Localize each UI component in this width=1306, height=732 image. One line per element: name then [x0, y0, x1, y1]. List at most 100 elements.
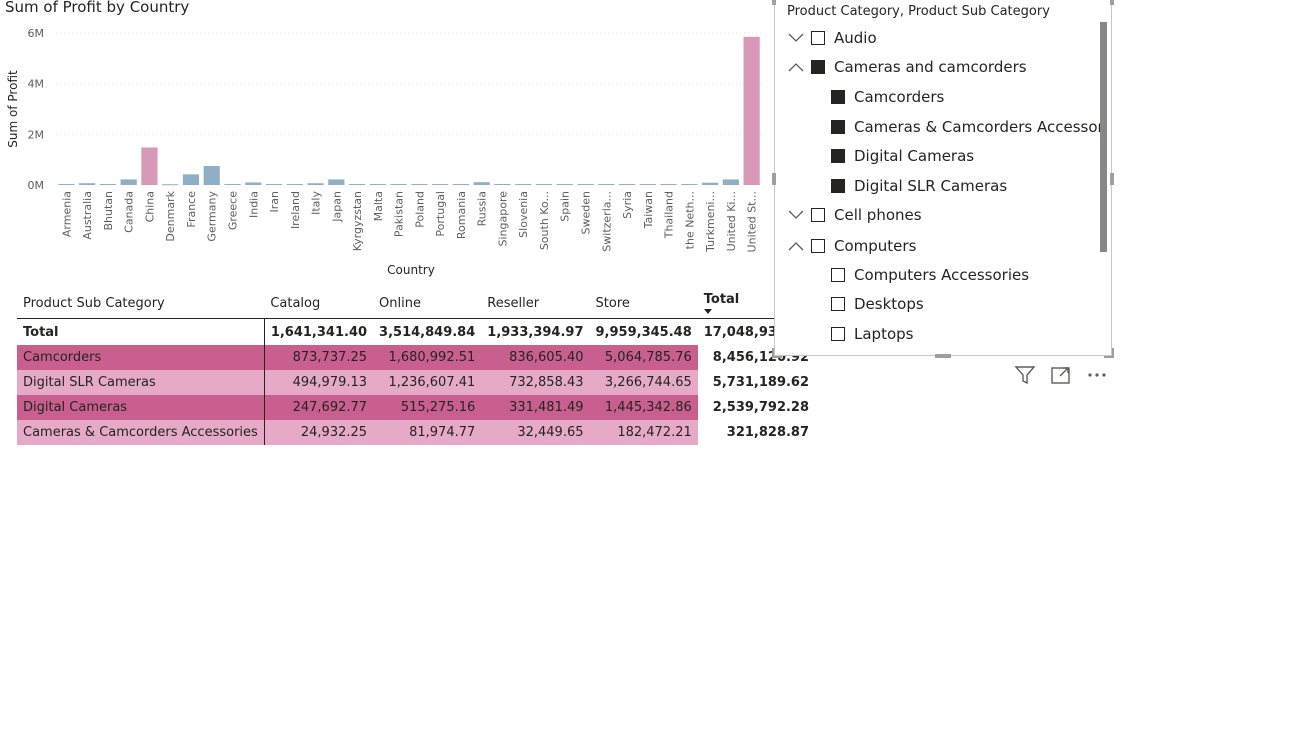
bar[interactable]: [99, 183, 117, 185]
row-total-cell: 321,828.87: [726, 425, 810, 440]
matrix-row[interactable]: Digital SLR Cameras 494,979.13 1,236,607…: [17, 370, 815, 395]
column-header-catalog[interactable]: Catalog: [264, 288, 373, 319]
bar[interactable]: [432, 183, 449, 185]
bar[interactable]: [681, 183, 698, 185]
slicer-checkbox[interactable]: [831, 179, 845, 193]
slicer-item[interactable]: Cameras & Camcorders Accessor.: [831, 114, 1107, 140]
bar[interactable]: [577, 183, 594, 185]
slicer-checkbox[interactable]: [831, 120, 845, 134]
bar[interactable]: [141, 147, 158, 185]
bar[interactable]: [224, 183, 241, 185]
resize-handle-right[interactable]: [1110, 173, 1114, 185]
bar[interactable]: [515, 183, 532, 185]
matrix-row[interactable]: Cameras & Camcorders Accessories 24,932.…: [17, 420, 815, 445]
chart-canvas[interactable]: 0M 2M 4M 6M Sum of Profit Armenia Australia Bhu…: [0, 0, 770, 285]
slicer-item[interactable]: Laptops: [831, 321, 913, 347]
bar[interactable]: [265, 183, 283, 185]
bar[interactable]: [535, 183, 553, 185]
slicer-item[interactable]: Desktops: [831, 291, 924, 317]
bar[interactable]: [245, 182, 262, 185]
bar[interactable]: [348, 183, 366, 185]
bar[interactable]: [162, 184, 179, 186]
matrix-row[interactable]: Digital Cameras 247,692.77 515,275.16 33…: [17, 395, 815, 420]
slicer-checkbox[interactable]: [831, 297, 845, 311]
slicer-scrollbar[interactable]: [1100, 22, 1107, 252]
bar[interactable]: [58, 183, 75, 185]
bar[interactable]: [79, 183, 96, 185]
matrix-row[interactable]: Camcorders 873,737.25 1,680,992.51 836,6…: [17, 345, 815, 370]
focus-mode-icon[interactable]: [1050, 364, 1072, 386]
slicer-checkbox[interactable]: [831, 268, 845, 282]
x-tick-label: Portugal: [434, 191, 447, 237]
x-tick-label: Bhutan: [102, 191, 115, 231]
bar[interactable]: [411, 183, 428, 185]
profit-matrix[interactable]: Product Sub Category Catalog Online Rese…: [17, 288, 816, 445]
bar[interactable]: [722, 179, 739, 185]
slicer-item[interactable]: Digital SLR Cameras: [831, 173, 1007, 199]
bar[interactable]: [452, 183, 470, 185]
bar[interactable]: [203, 166, 220, 185]
column-header-total-label: Total: [703, 292, 740, 307]
column-header-reseller[interactable]: Reseller: [481, 288, 589, 319]
filter-icon[interactable]: [1014, 364, 1036, 386]
column-header-store[interactable]: Store: [590, 288, 698, 319]
x-tick-label: Kyrgyzstan: [351, 191, 364, 251]
bar[interactable]: [660, 183, 677, 185]
slicer-checkbox[interactable]: [811, 239, 825, 253]
category-slicer[interactable]: Product Category, Product Sub Category A…: [772, 0, 1114, 358]
bar[interactable]: [286, 183, 303, 185]
resize-handle-left[interactable]: [772, 173, 776, 185]
resize-handle-top-left[interactable]: [772, 0, 776, 5]
y-tick-label: 6M: [28, 27, 45, 40]
column-header-sub-category[interactable]: Product Sub Category: [17, 288, 264, 319]
chevron-up-icon[interactable]: [785, 54, 807, 80]
value-cell: 836,605.40: [481, 345, 590, 370]
row-label: Digital Cameras: [17, 395, 265, 420]
bar[interactable]: [120, 179, 137, 185]
more-options-icon[interactable]: [1086, 364, 1108, 386]
slicer-item[interactable]: Computers: [785, 233, 916, 259]
slicer-item[interactable]: Camcorders: [831, 84, 944, 110]
slicer-item[interactable]: Cell phones: [785, 202, 922, 228]
bar[interactable]: [556, 183, 573, 185]
bar[interactable]: [598, 183, 615, 185]
bar[interactable]: [618, 183, 636, 185]
total-cell: 3,514,849.84: [373, 318, 482, 345]
slicer-item[interactable]: Computers Accessories: [831, 262, 1029, 288]
x-tick-label: Pakistan: [393, 191, 406, 237]
slicer-checkbox[interactable]: [811, 60, 825, 74]
bar[interactable]: [369, 183, 386, 185]
slicer-checkbox[interactable]: [831, 149, 845, 163]
bar[interactable]: [328, 179, 345, 185]
chevron-up-icon[interactable]: [785, 233, 807, 259]
bar[interactable]: [390, 183, 407, 185]
value-cell: 3,266,744.65: [589, 370, 698, 395]
chevron-down-icon[interactable]: [785, 202, 807, 228]
bar[interactable]: [639, 183, 656, 185]
column-header-online[interactable]: Online: [373, 288, 481, 319]
x-tick-label: Spain: [559, 191, 572, 222]
bar[interactable]: [743, 36, 760, 185]
slicer-item[interactable]: Cameras and camcorders: [785, 54, 1027, 80]
slicer-item-label: Digital SLR Cameras: [854, 177, 1008, 195]
x-tick-label: Ireland: [289, 191, 302, 229]
slicer-item[interactable]: Digital Cameras: [831, 143, 974, 169]
resize-handle-top-right[interactable]: [1110, 0, 1114, 5]
bar[interactable]: [182, 174, 200, 185]
x-tick-label: Russia: [476, 191, 489, 226]
resize-handle-bottom[interactable]: [935, 354, 951, 358]
bar[interactable]: [307, 183, 324, 185]
chevron-down-icon[interactable]: [785, 25, 807, 51]
slicer-checkbox[interactable]: [831, 327, 845, 341]
resize-handle-bottom-right[interactable]: [1104, 348, 1114, 358]
bar[interactable]: [473, 182, 490, 185]
resize-handle-bottom-left[interactable]: [772, 348, 782, 358]
profit-by-country-chart[interactable]: Sum of Profit by Country 0M 2M 4M 6M Sum of …: [0, 0, 770, 285]
bar[interactable]: [701, 182, 719, 185]
slicer-item[interactable]: Audio: [785, 25, 877, 51]
slicer-checkbox[interactable]: [811, 208, 825, 222]
bar[interactable]: [494, 183, 511, 185]
slicer-checkbox[interactable]: [831, 90, 845, 104]
x-tick-label: Poland: [413, 191, 426, 228]
slicer-checkbox[interactable]: [811, 31, 825, 45]
